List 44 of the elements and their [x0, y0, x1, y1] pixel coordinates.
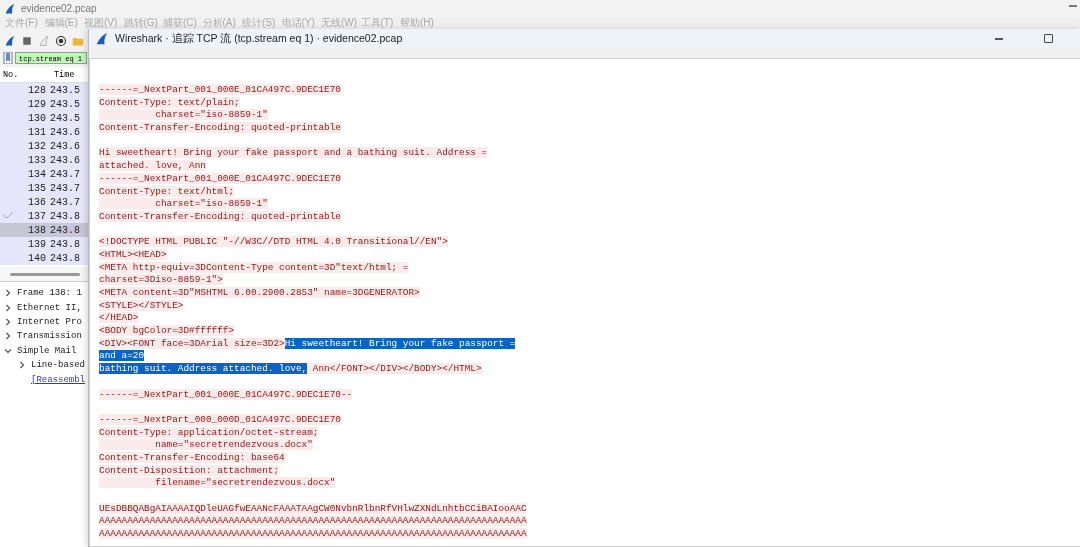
packet-row[interactable]: 140 243.8 [0, 251, 88, 265]
reassembled-link[interactable]: [Reassembl [31, 374, 85, 385]
shark-fin-icon [95, 31, 109, 46]
packet-row[interactable]: 133 243.6 [0, 153, 88, 167]
packet-row[interactable]: 134 243.7 [0, 167, 88, 181]
packet-row[interactable]: 129 243.5 [0, 97, 88, 111]
maximize-icon[interactable] [1044, 34, 1053, 43]
stream-text: and a=20 [99, 350, 144, 362]
window-title: evidence02.pcap [21, 3, 97, 14]
stream-text: Ann</FONT></DIV></BODY></HTML> [307, 363, 482, 375]
stream-text: Hi sweetheart! Bring your fake passport = [284, 337, 516, 349]
packet-row[interactable]: 131 243.6 [0, 125, 88, 139]
tree-item[interactable]: Simple Mail [17, 345, 77, 356]
stream-text: bathing suit. Address attached. love, [99, 363, 308, 375]
shark-fin-icon [4, 34, 16, 47]
shark-fin-icon [4, 2, 16, 15]
scrollbar-thumb[interactable] [10, 272, 80, 276]
stop-icon [21, 34, 33, 47]
tree-item[interactable]: Line-based [31, 360, 85, 371]
bookmark-icon [3, 52, 13, 64]
tree-item[interactable]: Transmission [17, 331, 82, 342]
expand-chevron-icon[interactable] [4, 346, 12, 355]
tree-item[interactable]: Internet Pro [17, 316, 82, 327]
target-icon [55, 34, 67, 47]
dialog-title: Wireshark · 追踪 TCP 流 (tcp.stream eq 1) · evidence02.pcap [115, 31, 403, 46]
packet-row[interactable]: 136 243.7 [0, 195, 88, 209]
packet-row[interactable]: 139 243.8 [0, 237, 88, 251]
packet-row[interactable]: 135 243.7 [0, 181, 88, 195]
packet-row[interactable]: 137 243.8 [0, 209, 88, 223]
stream-text: <DIV><FONT face=3DArial size=3D2> [99, 337, 285, 349]
packet-row[interactable]: 132 243.6 [0, 139, 88, 153]
collapse-chevron-icon[interactable] [4, 317, 12, 326]
packet-row[interactable]: 128 243.5 [0, 83, 88, 97]
shark-fin-icon [38, 34, 50, 47]
tree-item[interactable]: Frame 138: 1 [17, 288, 82, 299]
packet-row[interactable]: 138 243.8 [0, 223, 88, 237]
collapse-chevron-icon[interactable] [4, 289, 12, 298]
collapse-chevron-icon[interactable] [4, 303, 12, 312]
column-header[interactable]: Time [51, 69, 84, 80]
collapse-chevron-icon[interactable] [4, 332, 12, 341]
collapse-chevron-icon[interactable] [18, 361, 26, 370]
tree-item[interactable]: Ethernet II, [17, 302, 82, 313]
column-header[interactable]: No. [0, 69, 51, 80]
packet-row[interactable]: 130 243.5 [0, 111, 88, 125]
